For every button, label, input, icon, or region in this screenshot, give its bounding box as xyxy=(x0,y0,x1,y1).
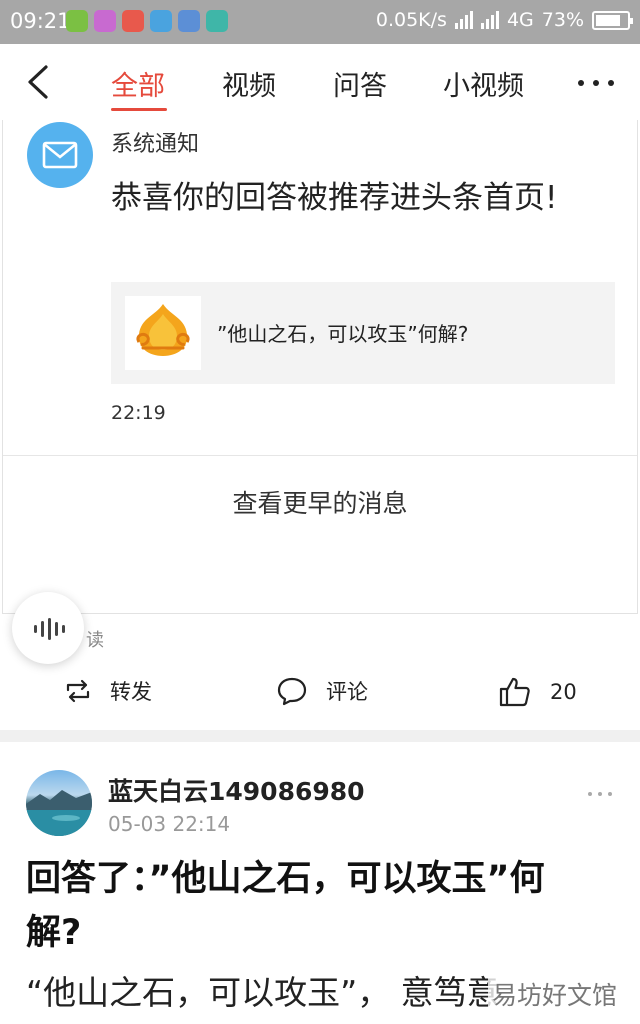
notification-message: 恭喜你的回答被推荐进头条首页! xyxy=(111,180,558,216)
post-title[interactable]: 回答了：”他山之石，可以攻玉”何解? xyxy=(26,852,586,960)
audio-wave-icon xyxy=(34,618,65,640)
comment-icon xyxy=(277,677,307,706)
notification-card[interactable]: 系统通知 恭喜你的回答被推荐进头条首页! ”他山之石，可以攻玉”何解? 22:1… xyxy=(2,120,638,614)
sync-notification-icon xyxy=(178,10,200,32)
battery-icon xyxy=(592,10,633,30)
tab-short-video[interactable]: 小视频 xyxy=(443,64,524,103)
tab-qa[interactable]: 问答 xyxy=(333,64,387,103)
comment-button[interactable]: 评论 xyxy=(276,676,368,706)
notification-time: 22:19 xyxy=(111,402,166,424)
referenced-question[interactable]: ”他山之石，可以攻玉”何解? xyxy=(111,282,615,384)
author-name[interactable]: 蓝天白云149086980 xyxy=(108,772,365,808)
repost-button[interactable]: 转发 xyxy=(64,676,152,706)
top-nav: 全部 视频 问答 小视频 xyxy=(0,44,640,120)
author-avatar[interactable] xyxy=(26,770,92,836)
status-bar: 09:21 0.05K/s 4G 73% xyxy=(0,0,640,44)
status-time: 09:21 xyxy=(10,9,71,33)
signal-4g-icon xyxy=(480,11,499,29)
read-label: 读 xyxy=(86,630,104,651)
battery-percent: 73% xyxy=(541,9,584,31)
active-tab-indicator xyxy=(111,108,167,111)
watermark: 易坊好文馆 xyxy=(488,976,622,1012)
notification-icons xyxy=(66,10,228,32)
post-body[interactable]: “他山之石，可以攻玉”， 意笃意 xyxy=(26,966,500,1014)
back-arrow-icon[interactable] xyxy=(24,64,54,100)
view-earlier-messages[interactable]: 查看更早的消息 xyxy=(3,484,637,520)
notification-sender: 系统通知 xyxy=(111,132,200,157)
signal-icon xyxy=(454,11,473,29)
post-time: 05-03 22:14 xyxy=(108,812,231,836)
like-count: 20 xyxy=(550,680,577,704)
question-thumbnail xyxy=(125,296,201,370)
scan-notification-icon xyxy=(206,10,228,32)
like-button[interactable]: 20 xyxy=(498,676,577,708)
qa-logo-icon xyxy=(136,304,190,356)
mail-icon xyxy=(27,122,93,188)
network-speed: 0.05K/s xyxy=(375,9,447,31)
action-bar: 转发 评论 20 xyxy=(0,670,640,716)
tab-video[interactable]: 视频 xyxy=(222,64,276,103)
referenced-question-text: ”他山之石，可以攻玉”何解? xyxy=(217,322,469,346)
browser-notification-icon xyxy=(94,10,116,32)
thumbs-up-icon xyxy=(499,677,530,707)
comment-label: 评论 xyxy=(326,680,368,704)
repost-icon xyxy=(66,679,90,703)
post-more-icon[interactable] xyxy=(588,792,612,796)
repost-label: 转发 xyxy=(110,680,152,704)
voice-read-button[interactable] xyxy=(12,592,84,664)
app-notification-icon xyxy=(66,10,88,32)
section-separator xyxy=(0,730,640,742)
card-divider xyxy=(3,455,637,456)
message-notification-icon xyxy=(150,10,172,32)
news-notification-icon xyxy=(122,10,144,32)
tab-all[interactable]: 全部 xyxy=(111,64,165,103)
more-options-icon[interactable] xyxy=(578,80,614,86)
network-type: 4G xyxy=(506,9,534,31)
